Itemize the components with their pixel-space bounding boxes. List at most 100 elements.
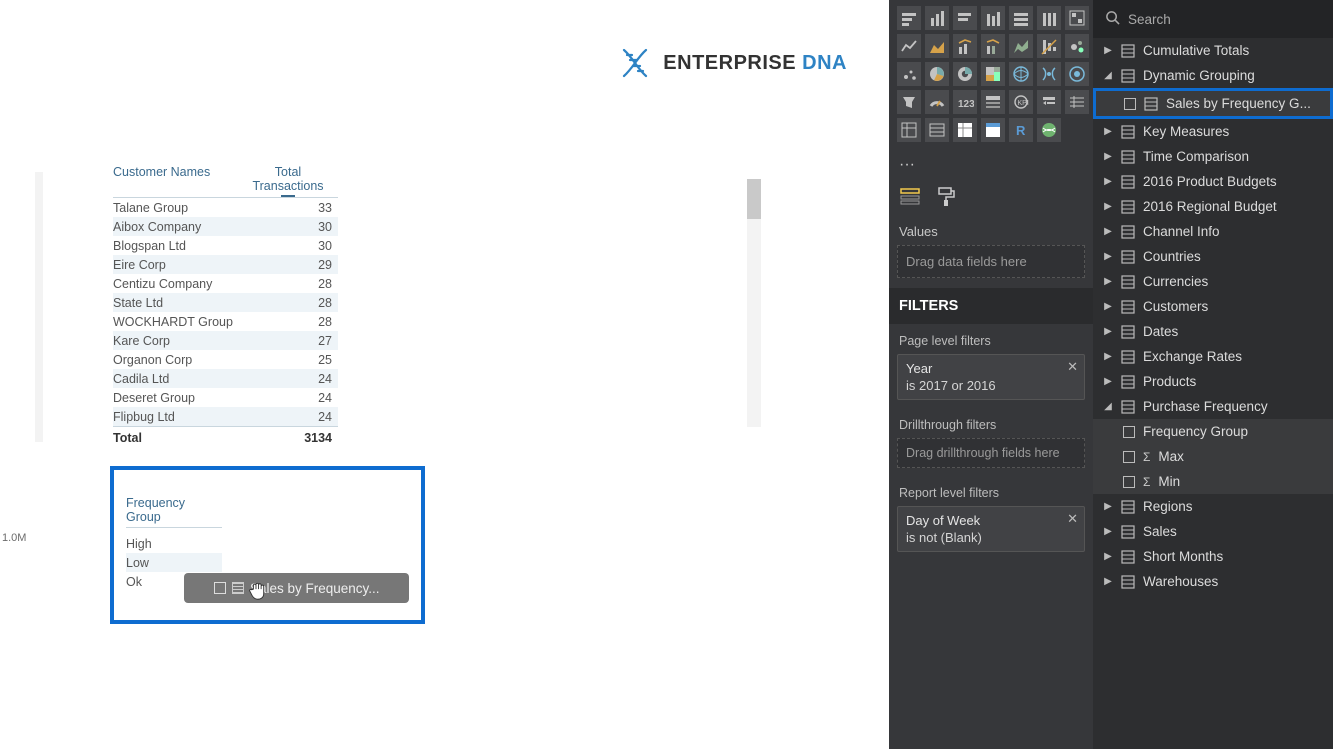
viz-type-icon[interactable] xyxy=(897,34,921,58)
viz-type-icon[interactable] xyxy=(897,6,921,30)
viz-type-icon[interactable] xyxy=(953,62,977,86)
viz-type-icon[interactable] xyxy=(1037,62,1061,86)
table-body: Talane Group33Aibox Company30Blogspan Lt… xyxy=(113,198,338,426)
field-item[interactable]: ΣMax xyxy=(1093,444,1333,469)
viz-type-icon[interactable] xyxy=(1037,90,1061,114)
field-label: Time Comparison xyxy=(1143,149,1249,164)
field-item[interactable]: ▶2016 Product Budgets xyxy=(1093,169,1333,194)
viz-type-icon[interactable] xyxy=(981,90,1005,114)
viz-type-icon[interactable] xyxy=(925,34,949,58)
frequency-row[interactable]: Low xyxy=(126,553,222,572)
sigma-icon: Σ xyxy=(1143,475,1150,489)
field-item[interactable]: ▶Customers xyxy=(1093,294,1333,319)
table-row[interactable]: Deseret Group24 xyxy=(113,388,338,407)
scrollbar[interactable] xyxy=(747,179,761,427)
field-label: Min xyxy=(1158,474,1180,489)
viz-type-icon[interactable] xyxy=(1037,118,1061,142)
table-row[interactable]: Cadila Ltd24 xyxy=(113,369,338,388)
viz-type-icon[interactable] xyxy=(1065,90,1089,114)
field-item[interactable]: ◢Purchase Frequency xyxy=(1093,394,1333,419)
frequency-header[interactable]: Frequency Group xyxy=(126,496,222,528)
scrollbar-thumb[interactable] xyxy=(747,179,761,219)
close-icon[interactable]: ✕ xyxy=(1067,511,1078,527)
field-item[interactable]: Σ Min xyxy=(1093,469,1333,494)
fields-search[interactable]: Search xyxy=(1093,0,1333,38)
field-item[interactable]: ▶Dates xyxy=(1093,319,1333,344)
viz-type-icon[interactable] xyxy=(1009,6,1033,30)
table-icon xyxy=(1121,44,1135,58)
viz-type-icon[interactable] xyxy=(953,118,977,142)
drag-field-chip[interactable]: Sales by Frequency... xyxy=(184,573,409,603)
customer-table-visual[interactable]: Customer Names Total Transactions Talane… xyxy=(113,165,761,443)
field-item[interactable]: ▶Channel Info xyxy=(1093,219,1333,244)
checkbox-icon[interactable] xyxy=(1124,98,1136,110)
viz-type-icon[interactable] xyxy=(981,34,1005,58)
viz-type-icon[interactable] xyxy=(981,62,1005,86)
viz-type-icon[interactable] xyxy=(925,90,949,114)
drillthrough-well[interactable]: Drag drillthrough fields here xyxy=(897,438,1085,468)
viz-type-icon[interactable] xyxy=(1037,6,1061,30)
filter-dow-card[interactable]: ✕ Day of Week is not (Blank) xyxy=(897,506,1085,552)
field-item[interactable]: Sales by Frequency G... xyxy=(1093,88,1333,119)
field-item[interactable]: ▶Products xyxy=(1093,369,1333,394)
viz-more-button[interactable]: ··· xyxy=(897,152,1085,178)
viz-type-icon[interactable]: R xyxy=(1009,118,1033,142)
field-item[interactable]: ▶Warehouses xyxy=(1093,569,1333,594)
checkbox-icon[interactable] xyxy=(1123,426,1135,438)
report-canvas[interactable]: 1.0M ENTERPRISE DNA Customer Names Total… xyxy=(0,0,889,749)
field-item[interactable]: ◢Dynamic Grouping xyxy=(1093,63,1333,88)
field-label: Frequency Group xyxy=(1143,424,1248,439)
field-item[interactable]: ▶Time Comparison xyxy=(1093,144,1333,169)
field-item[interactable]: Frequency Group xyxy=(1093,419,1333,444)
viz-type-icon[interactable] xyxy=(981,118,1005,142)
table-row[interactable]: Flipbug Ltd24 xyxy=(113,407,338,426)
filter-year-card[interactable]: ✕ Year is 2017 or 2016 xyxy=(897,354,1085,400)
viz-type-icon[interactable] xyxy=(925,118,949,142)
viz-type-icon[interactable] xyxy=(1009,34,1033,58)
checkbox-icon[interactable] xyxy=(1123,476,1135,488)
field-item[interactable]: ▶Countries xyxy=(1093,244,1333,269)
table-row[interactable]: Eire Corp29 xyxy=(113,255,338,274)
field-item[interactable]: ▶Short Months xyxy=(1093,544,1333,569)
field-item[interactable]: ▶Sales xyxy=(1093,519,1333,544)
field-item[interactable]: ▶Key Measures xyxy=(1093,119,1333,144)
table-row[interactable]: Centizu Company28 xyxy=(113,274,338,293)
field-item[interactable]: ▶Currencies xyxy=(1093,269,1333,294)
field-label: Max xyxy=(1158,449,1184,464)
viz-type-icon[interactable] xyxy=(1065,62,1089,86)
col-customer-names[interactable]: Customer Names xyxy=(113,165,238,193)
field-item[interactable]: ▶Regions xyxy=(1093,494,1333,519)
viz-type-icon[interactable] xyxy=(897,118,921,142)
viz-type-icon[interactable] xyxy=(897,90,921,114)
table-row[interactable]: Blogspan Ltd30 xyxy=(113,236,338,255)
field-item[interactable]: ▶Cumulative Totals xyxy=(1093,38,1333,63)
table-row[interactable]: Talane Group33 xyxy=(113,198,338,217)
viz-type-icon[interactable]: 123 xyxy=(953,90,977,114)
frequency-row[interactable]: High xyxy=(126,534,222,553)
viz-type-icon[interactable] xyxy=(1065,6,1089,30)
viz-type-icon[interactable] xyxy=(953,6,977,30)
viz-type-icon[interactable] xyxy=(981,6,1005,30)
viz-type-icon[interactable] xyxy=(953,34,977,58)
table-row[interactable]: Kare Corp27 xyxy=(113,331,338,350)
table-icon xyxy=(1121,500,1135,514)
values-drop-well[interactable]: Drag data fields here xyxy=(897,245,1085,278)
table-row[interactable]: Organon Corp25 xyxy=(113,350,338,369)
viz-type-icon[interactable]: KPI xyxy=(1009,90,1033,114)
close-icon[interactable]: ✕ xyxy=(1067,359,1078,375)
viz-type-icon[interactable] xyxy=(897,62,921,86)
field-item[interactable]: ▶2016 Regional Budget xyxy=(1093,194,1333,219)
viz-type-icon[interactable] xyxy=(1009,62,1033,86)
field-item[interactable]: ▶Exchange Rates xyxy=(1093,344,1333,369)
table-row[interactable]: Aibox Company30 xyxy=(113,217,338,236)
fields-well-icon[interactable] xyxy=(899,186,921,208)
col-total-transactions[interactable]: Total Transactions xyxy=(238,165,338,193)
table-row[interactable]: WOCKHARDT Group28 xyxy=(113,312,338,331)
checkbox-icon[interactable] xyxy=(1123,451,1135,463)
viz-type-icon[interactable] xyxy=(925,6,949,30)
format-paintroller-icon[interactable] xyxy=(935,186,957,208)
viz-type-icon[interactable] xyxy=(925,62,949,86)
viz-type-icon[interactable] xyxy=(1037,34,1061,58)
viz-type-icon[interactable] xyxy=(1065,34,1089,58)
table-row[interactable]: State Ltd28 xyxy=(113,293,338,312)
